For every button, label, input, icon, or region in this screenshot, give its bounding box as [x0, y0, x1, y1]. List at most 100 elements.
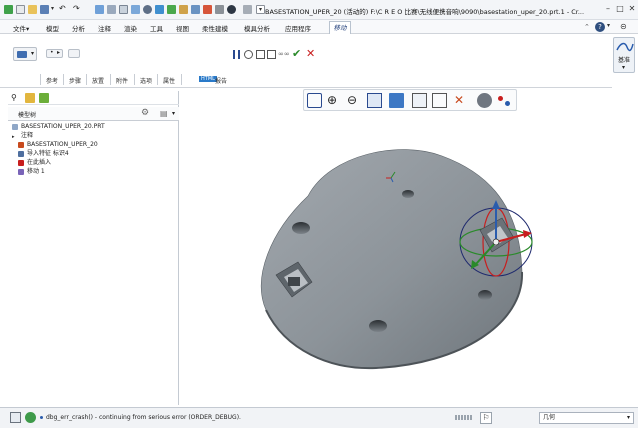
- help-dropdown-icon[interactable]: ▾: [607, 22, 610, 29]
- saved-views-icon[interactable]: [412, 93, 427, 108]
- pause-icon[interactable]: [233, 50, 240, 59]
- repaint-icon[interactable]: [367, 93, 382, 108]
- separator: [134, 74, 135, 85]
- restore-button[interactable]: □: [615, 4, 625, 14]
- eye-icon[interactable]: [143, 5, 152, 14]
- dropdown-icon[interactable]: ▾: [51, 5, 56, 14]
- refit-icon[interactable]: [307, 93, 322, 108]
- tree-item-part[interactable]: BASESTATION_UPER_20.PRT: [12, 122, 105, 131]
- menu-model[interactable]: 模型: [46, 23, 59, 33]
- transform-type-dropdown[interactable]: ▾: [13, 47, 37, 61]
- preview-icon[interactable]: [256, 50, 265, 59]
- separator: [157, 74, 158, 85]
- datum-display-icon[interactable]: ✕: [454, 93, 469, 108]
- help-icon[interactable]: ?: [595, 22, 605, 32]
- part-icon: [12, 123, 18, 130]
- menu-annotate[interactable]: 注释: [98, 23, 111, 33]
- chevron-down-icon[interactable]: ▾: [172, 110, 175, 117]
- separator: [86, 74, 87, 85]
- ok-icon[interactable]: ✔: [292, 47, 301, 60]
- ribbon-minimize-icon[interactable]: ⌃: [584, 23, 590, 31]
- display-style-icon[interactable]: [131, 5, 140, 14]
- menu-file[interactable]: 文件▾: [13, 23, 29, 33]
- stop-icon[interactable]: [244, 50, 253, 59]
- filter-value: 几何: [543, 414, 556, 421]
- tree-header: 模型树 ⚙ ▤ ▾: [8, 107, 179, 121]
- menu-tools[interactable]: 工具: [150, 23, 163, 33]
- tree-item-annotations[interactable]: ▸ 注释: [12, 131, 33, 140]
- palette-icon[interactable]: [203, 5, 212, 14]
- pen-icon[interactable]: [179, 5, 188, 14]
- zoom-out-icon[interactable]: ⊖: [347, 93, 362, 108]
- spin-center-icon[interactable]: [477, 93, 492, 108]
- graphics-area[interactable]: [180, 112, 638, 405]
- import-icon: [18, 150, 24, 157]
- favorites-tab-icon[interactable]: [39, 93, 49, 103]
- subtab-steps[interactable]: 步骤: [69, 76, 81, 85]
- menu-view[interactable]: 视图: [176, 23, 189, 33]
- menu-flexible-modeling[interactable]: 柔性建模: [202, 23, 228, 33]
- view-manager-icon[interactable]: [432, 93, 447, 108]
- model-tree-tab-icon[interactable]: ⚲: [11, 93, 21, 103]
- close-window-icon[interactable]: [119, 5, 128, 14]
- redo-icon[interactable]: ↷: [73, 5, 82, 14]
- glasses-icon[interactable]: ∞∞: [278, 50, 290, 58]
- tree-item-label: BASESTATION_UPER_20.PRT: [21, 123, 105, 130]
- insert-arrow-icon: [18, 159, 24, 166]
- folder-browser-tab-icon[interactable]: [25, 93, 35, 103]
- model-canvas[interactable]: [180, 112, 638, 405]
- part-body[interactable]: [261, 149, 523, 369]
- cancel-icon[interactable]: ✕: [306, 47, 315, 60]
- regen-icon[interactable]: [167, 5, 176, 14]
- search-help-icon[interactable]: ⊝: [620, 22, 627, 31]
- tree-settings-icon[interactable]: ⚙: [141, 108, 149, 118]
- tree-item-move[interactable]: 移动 1: [18, 167, 45, 176]
- datum-icon: [616, 42, 634, 52]
- window-title: BASESTATION_UPER_20 (活动的) F:\C R E O 比赛\…: [265, 8, 585, 16]
- annotation-display-icon[interactable]: [497, 93, 512, 108]
- menu-bar: 文件▾ 模型 分析 注释 渲染 工具 视图 柔性建模 模具分析 应用程序 ⌃ ?…: [0, 20, 638, 34]
- datum-button[interactable]: 基准 ▾: [613, 37, 635, 73]
- new-file-icon[interactable]: [16, 5, 25, 14]
- zoom-in-icon[interactable]: ⊕: [327, 93, 342, 108]
- verify-icon[interactable]: [267, 50, 276, 59]
- subtab-references[interactable]: 参考: [46, 76, 58, 85]
- menu-analysis[interactable]: 分析: [72, 23, 85, 33]
- close-button[interactable]: ✕: [627, 4, 637, 14]
- menu-applications[interactable]: 应用程序: [285, 23, 311, 33]
- chevron-down-icon: ▾: [622, 64, 626, 71]
- subtab-options[interactable]: 选项: [140, 76, 152, 85]
- subtab-attachments[interactable]: 附件: [116, 76, 128, 85]
- tree-item-csys[interactable]: BASESTATION_UPER_20: [18, 140, 98, 149]
- toggle-navigator-icon[interactable]: [10, 412, 21, 423]
- tree-item-insert-here[interactable]: 在此插入: [18, 158, 51, 167]
- tree-item-label: 在此插入: [27, 159, 52, 166]
- report-label[interactable]: 报告: [215, 76, 227, 85]
- image-icon[interactable]: [191, 5, 200, 14]
- display-style-icon[interactable]: [389, 93, 404, 108]
- open-folder-icon[interactable]: [28, 5, 37, 14]
- subtab-placement[interactable]: 放置: [92, 76, 104, 85]
- sketch-icon[interactable]: [155, 5, 164, 14]
- customize-dropdown-icon[interactable]: ▾: [256, 5, 265, 14]
- direction-selector[interactable]: • ▸: [46, 49, 63, 58]
- regenerate-icon[interactable]: [95, 5, 104, 14]
- window-icon[interactable]: [107, 5, 116, 14]
- selection-filter-icon[interactable]: ⚐: [480, 412, 492, 424]
- tree-item-import-feature[interactable]: 导入特征 标识4: [18, 149, 69, 158]
- menu-render[interactable]: 渲染: [124, 23, 137, 33]
- browser-toggle-icon[interactable]: [25, 412, 36, 423]
- wrench-icon[interactable]: [243, 5, 252, 14]
- tree-filter-icon[interactable]: ▤: [160, 109, 168, 118]
- minimize-button[interactable]: –: [603, 4, 613, 14]
- menu-mold-analysis[interactable]: 模具分析: [244, 23, 270, 33]
- undo-icon[interactable]: ↶: [59, 5, 68, 14]
- tab-move[interactable]: 移动: [329, 21, 351, 34]
- sphere-icon[interactable]: [227, 5, 236, 14]
- selection-filter-dropdown[interactable]: 几何 ▾: [539, 412, 634, 424]
- subtab-properties[interactable]: 属性: [163, 76, 175, 85]
- settings-icon[interactable]: [215, 5, 224, 14]
- save-icon[interactable]: [40, 5, 49, 14]
- tree-item-label: 移动 1: [27, 168, 45, 175]
- offset-selector[interactable]: [68, 49, 80, 58]
